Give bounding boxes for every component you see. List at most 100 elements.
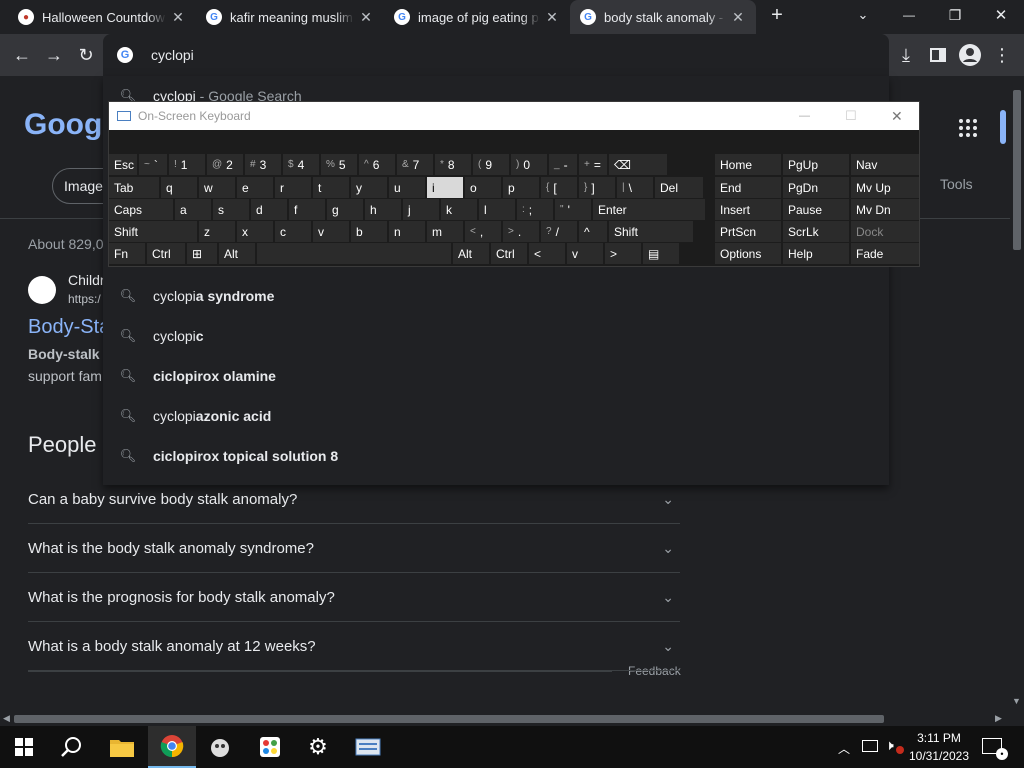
key-`[interactable]: ~ ` xyxy=(139,154,167,175)
key-1[interactable]: ! 1 xyxy=(169,154,205,175)
file-explorer-icon[interactable] xyxy=(98,726,146,768)
key-pgdn[interactable]: PgDn xyxy=(783,177,849,198)
photo-app-icon[interactable] xyxy=(196,726,244,768)
clock-date[interactable]: 10/31/2023 xyxy=(906,749,972,763)
tab-body-stalk[interactable]: G body stalk anomaly - G ✕ xyxy=(570,0,756,34)
key-space[interactable] xyxy=(257,243,451,264)
key-p[interactable]: p xyxy=(503,177,539,198)
scroll-left-arrow-icon[interactable]: ◀ xyxy=(3,713,10,724)
suggestion-item[interactable]: 🔍︎ ciclopirox topical solution 8 xyxy=(103,436,889,476)
key-/[interactable]: ? / xyxy=(541,221,577,242)
key-y[interactable]: y xyxy=(351,177,387,198)
key-s[interactable]: s xyxy=(213,199,249,220)
search-icon[interactable] xyxy=(48,726,96,768)
scroll-down-arrow-icon[interactable]: ▼ xyxy=(1012,696,1021,706)
osk-title-bar[interactable]: On-Screen Keyboard — ☐ ✕ xyxy=(109,102,919,130)
clock-time[interactable]: 3:11 PM xyxy=(906,731,972,745)
key-<[interactable]: < xyxy=(529,243,565,264)
close-window-button[interactable]: ✕ xyxy=(978,0,1024,30)
key-fade[interactable]: Fade xyxy=(851,243,919,264)
people-also-ask-item[interactable]: What is the body stalk anomaly syndrome?… xyxy=(28,525,680,573)
minimize-button[interactable]: — xyxy=(886,0,932,30)
key-options[interactable]: Options xyxy=(715,243,781,264)
key-z[interactable]: z xyxy=(199,221,235,242)
key-insert[interactable]: Insert xyxy=(715,199,781,220)
key-c[interactable]: c xyxy=(275,221,311,242)
result-title-link[interactable]: Body-Sta xyxy=(28,316,110,339)
key-2[interactable]: @2 xyxy=(207,154,243,175)
key-f[interactable]: f xyxy=(289,199,325,220)
key-dock[interactable]: Dock xyxy=(851,221,919,242)
key-w[interactable]: w xyxy=(199,177,235,198)
key-Alt[interactable]: Alt xyxy=(453,243,489,264)
key-nav[interactable]: Nav xyxy=(851,154,919,175)
tab-halloween[interactable]: ● Halloween Countdown ✕ xyxy=(8,0,196,34)
volume-muted-icon[interactable]: 🕨 xyxy=(885,737,894,754)
key-d[interactable]: d xyxy=(251,199,287,220)
key-⊞[interactable]: ⊞ xyxy=(187,243,217,264)
apps-grid-icon[interactable] xyxy=(958,118,978,138)
suggestion-item[interactable]: 🔍︎ cyclopiazonic acid xyxy=(103,396,889,436)
address-bar[interactable]: G xyxy=(103,34,889,76)
suggestion-item[interactable]: 🔍︎ cyclopic xyxy=(103,316,889,356)
key-g[interactable]: g xyxy=(327,199,363,220)
key-[[interactable]: {[ xyxy=(541,177,577,198)
key-x[interactable]: x xyxy=(237,221,273,242)
key-pgup[interactable]: PgUp xyxy=(783,154,849,175)
key-e[interactable]: e xyxy=(237,177,273,198)
key-prtscn[interactable]: PrtScn xyxy=(715,221,781,242)
chrome-icon[interactable] xyxy=(148,726,196,768)
key-.[interactable]: >. xyxy=(503,221,539,242)
paint-icon[interactable] xyxy=(246,726,294,768)
key-o[interactable]: o xyxy=(465,177,501,198)
key-h[interactable]: h xyxy=(365,199,401,220)
vertical-scroll-thumb[interactable] xyxy=(1013,90,1021,250)
key-a[interactable]: a xyxy=(175,199,211,220)
key-Fn[interactable]: Fn xyxy=(109,243,145,264)
tab-search-button[interactable]: ⌄ xyxy=(840,0,886,30)
key-v[interactable]: v xyxy=(313,221,349,242)
key-help[interactable]: Help xyxy=(783,243,849,264)
key-7[interactable]: & 7 xyxy=(397,154,433,175)
suggestion-item[interactable]: 🔍︎ ciclopirox olamine xyxy=(103,356,889,396)
suggestion-item[interactable]: 🔍︎ cyclopia syndrome xyxy=(103,276,889,316)
profile-avatar-icon[interactable] xyxy=(954,34,986,76)
key-t[interactable]: t xyxy=(313,177,349,198)
scroll-right-arrow-icon[interactable]: ▶ xyxy=(995,713,1002,724)
key-,[interactable]: <, xyxy=(465,221,501,242)
omnibox-input[interactable] xyxy=(151,44,851,66)
key-9[interactable]: (9 xyxy=(473,154,509,175)
key-n[interactable]: n xyxy=(389,221,425,242)
osk-maximize-button[interactable]: ☐ xyxy=(845,108,857,124)
horizontal-scroll-thumb[interactable] xyxy=(14,715,884,723)
tools-button[interactable]: Tools xyxy=(940,176,973,192)
key-Ctrl[interactable]: Ctrl xyxy=(491,243,527,264)
back-button[interactable]: ← xyxy=(6,34,38,76)
key-Caps[interactable]: Caps xyxy=(109,199,173,220)
on-screen-keyboard-app-icon[interactable] xyxy=(344,726,392,768)
key-mv-dn[interactable]: Mv Dn xyxy=(851,199,919,220)
tab-pig[interactable]: G image of pig eating po ✕ xyxy=(384,0,570,34)
key-pause[interactable]: Pause xyxy=(783,199,849,220)
key-⌫[interactable]: ⌫ xyxy=(609,154,667,175)
tab-close-icon[interactable]: ✕ xyxy=(170,9,186,26)
new-tab-button[interactable]: + xyxy=(760,0,794,30)
key-Ctrl[interactable]: Ctrl xyxy=(147,243,185,264)
key-Tab[interactable]: Tab xyxy=(109,177,159,198)
key-Shift[interactable]: Shift xyxy=(609,221,693,242)
google-logo[interactable]: Googl xyxy=(24,108,111,142)
key-▤[interactable]: ▤ xyxy=(643,243,679,264)
restore-button[interactable]: ❐ xyxy=(932,0,978,30)
people-also-ask-item[interactable]: What is a body stalk anomaly at 12 weeks… xyxy=(28,623,680,671)
tab-close-icon[interactable]: ✕ xyxy=(544,9,560,26)
key-;[interactable]: :; xyxy=(517,199,553,220)
key-8[interactable]: * 8 xyxy=(435,154,471,175)
people-also-ask-item[interactable]: What is the prognosis for body stalk ano… xyxy=(28,574,680,622)
tab-kafir[interactable]: G kafir meaning muslim - ✕ xyxy=(196,0,384,34)
key->[interactable]: > xyxy=(605,243,641,264)
key-'[interactable]: " ' xyxy=(555,199,591,220)
key-Alt[interactable]: Alt xyxy=(219,243,255,264)
key-q[interactable]: q xyxy=(161,177,197,198)
key-^[interactable]: ^ xyxy=(579,221,607,242)
key-r[interactable]: r xyxy=(275,177,311,198)
